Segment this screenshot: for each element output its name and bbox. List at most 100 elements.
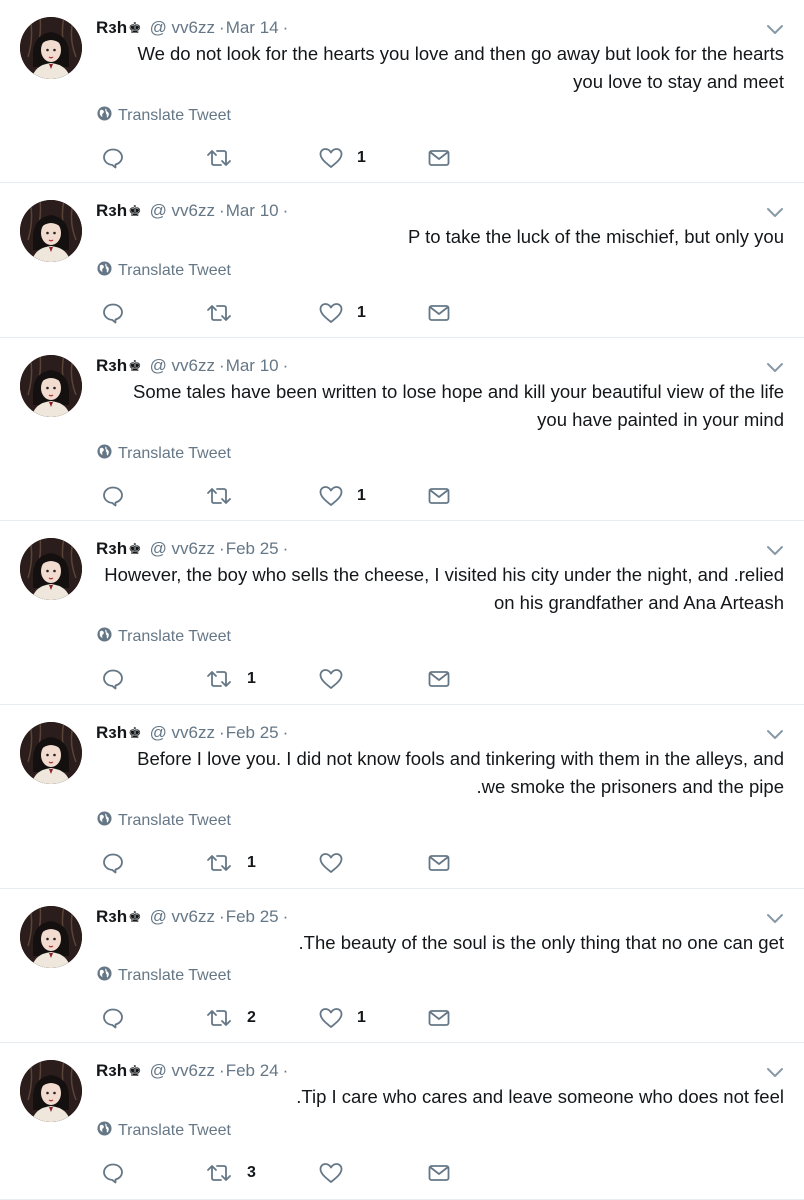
heart-icon bbox=[318, 301, 344, 325]
retweet-button[interactable]: 3 bbox=[204, 1161, 256, 1185]
translate-tweet-link[interactable]: Translate Tweet bbox=[97, 444, 231, 464]
user-handle[interactable]: @ vv6zz bbox=[150, 201, 215, 221]
reply-button[interactable] bbox=[101, 301, 125, 325]
user-handle[interactable]: @ vv6zz bbox=[150, 18, 215, 38]
avatar[interactable] bbox=[20, 1060, 82, 1122]
avatar[interactable] bbox=[20, 906, 82, 968]
direct-message-button[interactable] bbox=[428, 484, 450, 508]
reply-button[interactable] bbox=[101, 146, 125, 170]
heart-icon bbox=[318, 1161, 344, 1185]
tweet[interactable]: Rɜh ♚ @ vv6zz · Mar 10 · P to take the l… bbox=[0, 183, 804, 338]
avatar[interactable] bbox=[20, 722, 82, 784]
tweet-date[interactable]: Feb 24 bbox=[226, 1061, 279, 1081]
avatar[interactable] bbox=[20, 17, 82, 79]
tweet-date[interactable]: Mar 10 bbox=[226, 356, 279, 376]
tweet-actions: 1 bbox=[0, 146, 804, 170]
chevron-down-icon[interactable] bbox=[766, 729, 784, 741]
direct-message-button[interactable] bbox=[428, 146, 450, 170]
envelope-icon bbox=[428, 854, 450, 872]
direct-message-button[interactable] bbox=[428, 1006, 450, 1030]
reply-button[interactable] bbox=[101, 1161, 125, 1185]
tweet[interactable]: Rɜh ♚ @ vv6zz · Mar 14 · We do not look … bbox=[0, 0, 804, 183]
tweet-date[interactable]: Mar 10 bbox=[226, 201, 279, 221]
like-button[interactable]: 1 bbox=[318, 146, 366, 170]
reply-icon bbox=[101, 851, 125, 875]
translate-tweet-link[interactable]: Translate Tweet bbox=[97, 1121, 231, 1141]
user-handle[interactable]: @ vv6zz bbox=[150, 539, 215, 559]
chevron-down-icon[interactable] bbox=[766, 24, 784, 36]
retweet-count: 1 bbox=[247, 854, 256, 871]
translate-tweet-link[interactable]: Translate Tweet bbox=[97, 811, 231, 831]
retweet-button[interactable]: 1 bbox=[204, 667, 256, 691]
envelope-icon bbox=[428, 487, 450, 505]
display-name[interactable]: Rɜh bbox=[96, 201, 127, 221]
avatar[interactable] bbox=[20, 538, 82, 600]
tweet[interactable]: Rɜh ♚ @ vv6zz · Feb 25 · Before I love y… bbox=[0, 705, 804, 889]
user-handle[interactable]: @ vv6zz bbox=[150, 356, 215, 376]
tweet-actions: 1 bbox=[0, 851, 804, 875]
chevron-down-icon[interactable] bbox=[766, 1067, 784, 1079]
reply-button[interactable] bbox=[101, 484, 125, 508]
tweet[interactable]: Rɜh ♚ @ vv6zz · Feb 24 · .Tip I care who… bbox=[0, 1043, 804, 1200]
translate-tweet-link[interactable]: Translate Tweet bbox=[97, 261, 231, 281]
globe-icon bbox=[97, 444, 118, 464]
chevron-down-icon[interactable] bbox=[766, 362, 784, 374]
tweet[interactable]: Rɜh ♚ @ vv6zz · Feb 25 · .The beauty of … bbox=[0, 889, 804, 1043]
retweet-button[interactable] bbox=[204, 484, 247, 508]
tweet-date[interactable]: Mar 14 bbox=[226, 18, 279, 38]
like-button[interactable] bbox=[318, 667, 357, 691]
tweet[interactable]: Rɜh ♚ @ vv6zz · Feb 25 · However, the bo… bbox=[0, 521, 804, 705]
reply-button[interactable] bbox=[101, 851, 125, 875]
tweet-actions: 3 bbox=[0, 1161, 804, 1185]
direct-message-button[interactable] bbox=[428, 667, 450, 691]
user-handle[interactable]: @ vv6zz bbox=[150, 723, 215, 743]
tweet[interactable]: Rɜh ♚ @ vv6zz · Mar 10 · Some tales have… bbox=[0, 338, 804, 521]
reply-button[interactable] bbox=[101, 1006, 125, 1030]
like-button[interactable]: 1 bbox=[318, 1006, 366, 1030]
retweet-button[interactable] bbox=[204, 146, 247, 170]
direct-message-button[interactable] bbox=[428, 1161, 450, 1185]
avatar[interactable] bbox=[20, 200, 82, 262]
retweet-button[interactable]: 1 bbox=[204, 851, 256, 875]
like-button[interactable] bbox=[318, 1161, 357, 1185]
like-button[interactable]: 1 bbox=[318, 484, 366, 508]
separator-dot: · bbox=[219, 18, 225, 37]
display-name[interactable]: Rɜh bbox=[96, 356, 127, 376]
translate-tweet-link[interactable]: Translate Tweet bbox=[97, 106, 231, 126]
display-name[interactable]: Rɜh bbox=[96, 539, 127, 559]
display-name[interactable]: Rɜh bbox=[96, 907, 127, 927]
separator-dot: · bbox=[282, 18, 289, 37]
retweet-button[interactable]: 2 bbox=[204, 1006, 256, 1030]
crown-icon: ♚ bbox=[128, 909, 142, 926]
chevron-down-icon[interactable] bbox=[766, 913, 784, 925]
chevron-down-icon[interactable] bbox=[766, 207, 784, 219]
retweet-icon bbox=[204, 484, 234, 508]
direct-message-button[interactable] bbox=[428, 301, 450, 325]
like-button[interactable] bbox=[318, 851, 357, 875]
display-name[interactable]: Rɜh bbox=[96, 18, 127, 38]
tweet-feed: Rɜh ♚ @ vv6zz · Mar 14 · We do not look … bbox=[0, 0, 804, 1200]
heart-icon bbox=[318, 1006, 344, 1030]
display-name[interactable]: Rɜh bbox=[96, 723, 127, 743]
chevron-down-icon[interactable] bbox=[766, 545, 784, 557]
retweet-button[interactable] bbox=[204, 301, 247, 325]
separator-dot: · bbox=[282, 201, 289, 220]
tweet-date[interactable]: Feb 25 bbox=[226, 907, 279, 927]
direct-message-button[interactable] bbox=[428, 851, 450, 875]
translate-tweet-link[interactable]: Translate Tweet bbox=[97, 966, 231, 986]
user-handle[interactable]: @ vv6zz bbox=[150, 1061, 215, 1081]
globe-icon bbox=[97, 966, 118, 986]
display-name[interactable]: Rɜh bbox=[96, 1061, 127, 1081]
avatar[interactable] bbox=[20, 355, 82, 417]
tweet-date[interactable]: Feb 25 bbox=[226, 539, 279, 559]
like-button[interactable]: 1 bbox=[318, 301, 366, 325]
translate-tweet-link[interactable]: Translate Tweet bbox=[97, 627, 231, 647]
user-handle[interactable]: @ vv6zz bbox=[150, 907, 215, 927]
crown-icon: ♚ bbox=[128, 725, 142, 742]
tweet-date[interactable]: Feb 25 bbox=[226, 723, 279, 743]
like-count: 1 bbox=[357, 149, 366, 166]
reply-button[interactable] bbox=[101, 667, 125, 691]
crown-icon: ♚ bbox=[128, 203, 142, 220]
tweet-actions: 1 bbox=[0, 301, 804, 325]
retweet-icon bbox=[204, 1161, 234, 1185]
